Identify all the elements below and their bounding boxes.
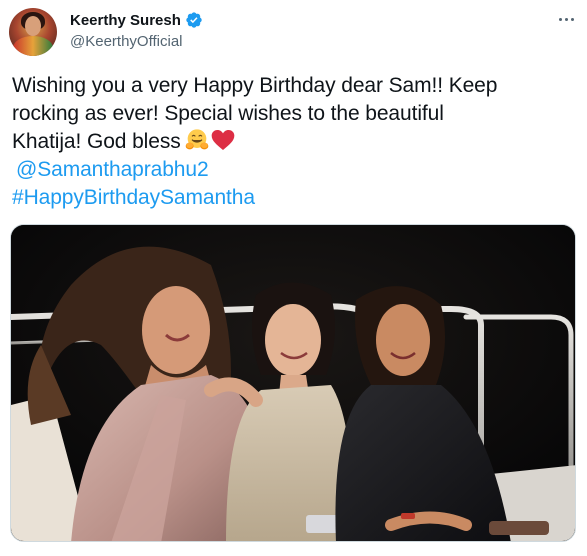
red-heart-emoji-icon	[211, 130, 234, 150]
tweet-text-line-2: rocking as ever! Special wishes to the b…	[12, 102, 444, 125]
more-options-icon[interactable]	[555, 10, 577, 28]
tweet-text-line-3: Khatija! God bless	[12, 128, 582, 156]
author-name-row: Keerthy Suresh	[70, 11, 203, 29]
avatar-saree	[13, 36, 53, 56]
tweet-text-line-4: @Samanthaprabhu2	[12, 156, 582, 184]
author-display-name[interactable]: Keerthy Suresh	[70, 12, 181, 29]
avatar-face	[25, 16, 41, 36]
tweet-text-line-5: #HappyBirthdaySamantha	[12, 184, 582, 212]
hashtag-link[interactable]: #HappyBirthdaySamantha	[12, 186, 255, 209]
tweet-text-line-3-text: Khatija! God bless	[12, 130, 181, 153]
tweet-text-line-1: Wishing you a very Happy Birthday dear S…	[12, 74, 498, 97]
tweet-card: Keerthy Suresh @KeerthyOfficial Wishing …	[0, 0, 587, 556]
photo-scene	[11, 225, 575, 541]
tweet-text: Wishing you a very Happy Birthday dear S…	[12, 72, 582, 212]
tweet-photo[interactable]	[10, 224, 576, 542]
author-handle[interactable]: @KeerthyOfficial	[70, 33, 183, 50]
author-avatar[interactable]	[9, 8, 57, 56]
mention-link[interactable]: @Samanthaprabhu2	[16, 158, 209, 181]
hugging-face-emoji-icon	[185, 129, 208, 150]
verified-badge-icon	[186, 12, 202, 28]
